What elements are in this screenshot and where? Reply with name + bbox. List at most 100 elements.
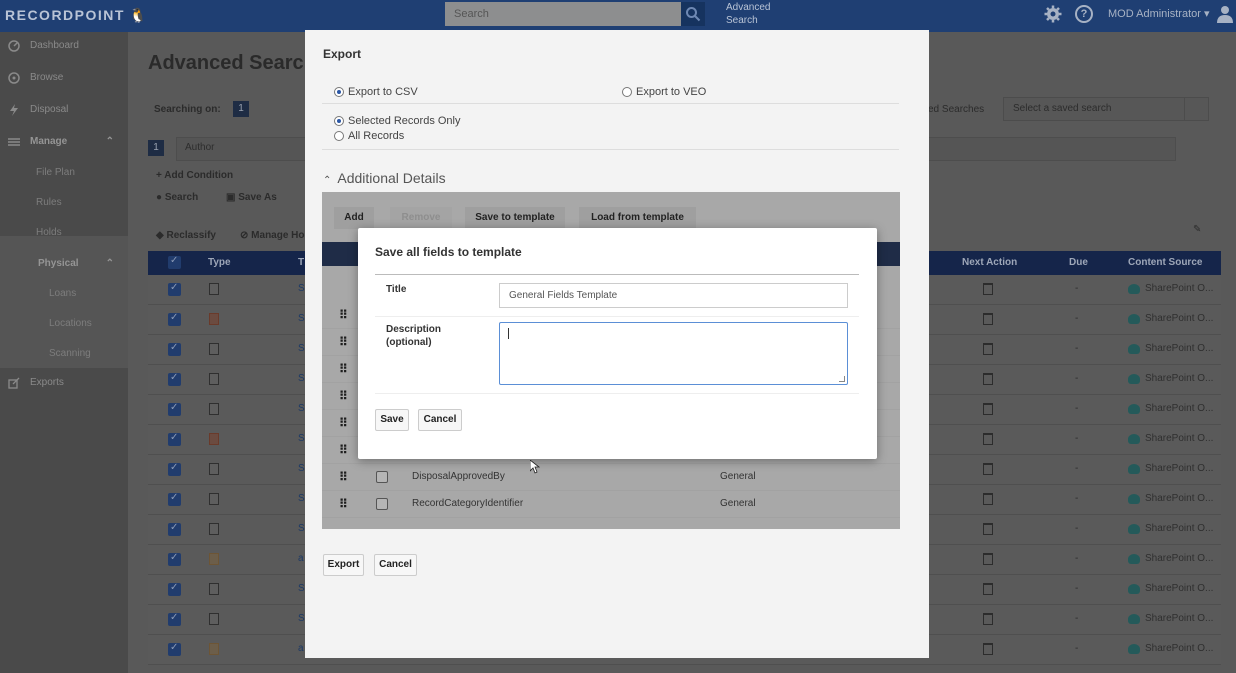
export-veo-radio[interactable]: Export to VEO <box>622 86 706 98</box>
condition-value-input[interactable] <box>925 137 1176 161</box>
drag-handle-icon[interactable]: ⠿ <box>339 416 348 430</box>
drag-handle-icon[interactable]: ⠿ <box>339 470 348 484</box>
sharepoint-icon <box>1128 374 1140 384</box>
export-cancel-button[interactable]: Cancel <box>374 554 417 576</box>
drag-handle-icon[interactable]: ⠿ <box>339 362 348 376</box>
file-type-icon <box>209 343 219 355</box>
sidebar-item-browse[interactable]: Browse <box>0 64 128 92</box>
row-checkbox[interactable] <box>168 282 181 296</box>
sidebar-item-rules[interactable]: Rules <box>0 189 128 217</box>
row-checkbox[interactable] <box>168 462 181 476</box>
content-source-value: SharePoint O... <box>1145 523 1214 534</box>
record-title-link[interactable]: S <box>298 373 305 384</box>
record-title-link[interactable]: a <box>298 643 304 654</box>
content-source-value: SharePoint O... <box>1145 613 1214 624</box>
additional-details-toggle[interactable]: ⌃ Additional Details <box>323 170 446 186</box>
column-next-action[interactable]: Next Action <box>962 257 1017 268</box>
save-template-dialog-title: Save all fields to template <box>375 245 522 259</box>
saved-search-select[interactable]: Select a saved search <box>1003 97 1209 121</box>
record-title-link[interactable]: S <box>298 523 305 534</box>
drag-handle-icon[interactable]: ⠿ <box>339 335 348 349</box>
advanced-search-link[interactable]: Advanced Search <box>726 1 786 27</box>
sidebar-item-file-plan[interactable]: File Plan <box>0 159 128 187</box>
sharepoint-icon <box>1128 344 1140 354</box>
drag-handle-icon[interactable]: ⠿ <box>339 443 348 457</box>
row-checkbox[interactable] <box>168 342 181 356</box>
export-button[interactable]: Export <box>323 554 364 576</box>
drag-handle-icon[interactable]: ⠿ <box>339 497 348 511</box>
manage-holds-button[interactable]: ⊘ Manage Ho <box>240 230 305 241</box>
column-due[interactable]: Due <box>1069 257 1088 268</box>
user-avatar-icon[interactable] <box>1217 5 1233 26</box>
export-csv-radio[interactable]: Export to CSV <box>334 86 418 98</box>
record-title-link[interactable]: S <box>298 493 305 504</box>
template-title-input[interactable]: General Fields Template <box>499 283 848 308</box>
template-save-button[interactable]: Save <box>375 409 409 431</box>
wrench-icon[interactable]: ✎ <box>1193 224 1201 235</box>
user-menu[interactable]: MOD Administrator ▾ <box>1108 7 1210 20</box>
saved-searches-label: ed Searches <box>928 104 985 115</box>
record-title-link[interactable]: S <box>298 343 305 354</box>
file-type-icon <box>209 493 219 505</box>
sidebar-item-dashboard[interactable]: Dashboard <box>0 32 128 60</box>
reclassify-button[interactable]: ◆ Reclassify <box>156 230 216 241</box>
template-cancel-button[interactable]: Cancel <box>418 409 462 431</box>
sidebar-item-loans[interactable]: Loans <box>0 280 128 308</box>
remove-field-button[interactable]: Remove <box>390 207 452 229</box>
sidebar-item-exports[interactable]: Exports <box>0 369 128 397</box>
load-from-template-button[interactable]: Load from template <box>579 207 696 229</box>
record-title-link[interactable]: a <box>298 553 304 564</box>
sidebar-item-manage[interactable]: Manage ⌃ <box>0 128 128 156</box>
record-title-link[interactable]: S <box>298 283 305 294</box>
row-checkbox[interactable] <box>168 372 181 386</box>
app-logo[interactable]: RECORDPOINT 🐧 <box>5 7 148 24</box>
row-checkbox[interactable] <box>168 432 181 446</box>
sidebar-item-scanning[interactable]: Scanning <box>0 340 128 368</box>
search-button[interactable] <box>681 2 705 26</box>
content-source-value: SharePoint O... <box>1145 643 1214 654</box>
add-condition-button[interactable]: + Add Condition <box>156 170 233 181</box>
row-checkbox[interactable] <box>168 522 181 536</box>
drag-handle-icon[interactable]: ⠿ <box>339 389 348 403</box>
selected-records-radio[interactable]: Selected Records Only <box>334 115 461 127</box>
save-to-template-button[interactable]: Save to template <box>465 207 565 229</box>
row-checkbox[interactable] <box>168 642 181 656</box>
condition-field-select[interactable]: Author <box>176 137 316 161</box>
row-checkbox[interactable] <box>168 492 181 506</box>
row-checkbox[interactable] <box>168 552 181 566</box>
save-as-button[interactable]: ▣ Save As <box>226 192 277 203</box>
row-checkbox[interactable] <box>168 402 181 416</box>
row-checkbox[interactable] <box>168 312 181 326</box>
browse-icon <box>8 72 20 84</box>
field-checkbox[interactable] <box>376 498 388 510</box>
search-input[interactable]: Search <box>445 2 681 26</box>
drag-handle-icon[interactable]: ⠿ <box>339 308 348 322</box>
field-checkbox[interactable] <box>376 471 388 483</box>
template-description-textarea[interactable] <box>499 322 848 385</box>
record-title-link[interactable]: S <box>298 613 305 624</box>
sidebar-item-locations[interactable]: Locations <box>0 310 128 338</box>
disposal-icon <box>10 104 18 116</box>
sidebar-item-physical[interactable]: Physical ⌃ <box>0 250 128 278</box>
field-name: DisposalApprovedBy <box>412 471 505 482</box>
record-title-link[interactable]: S <box>298 313 305 324</box>
record-title-link[interactable]: S <box>298 433 305 444</box>
help-icon[interactable]: ? <box>1075 5 1093 23</box>
sidebar-item-disposal[interactable]: Disposal <box>0 96 128 124</box>
record-title-link[interactable]: S <box>298 463 305 474</box>
select-all-checkbox[interactable] <box>168 255 181 269</box>
column-content-source[interactable]: Content Source <box>1128 257 1202 268</box>
template-description-label: Description (optional) <box>386 324 442 348</box>
row-checkbox[interactable] <box>168 582 181 596</box>
column-type[interactable]: Type <box>208 257 231 268</box>
record-title-link[interactable]: S <box>298 583 305 594</box>
add-field-button[interactable]: Add <box>334 207 374 229</box>
row-checkbox[interactable] <box>168 612 181 626</box>
trash-icon <box>983 583 993 595</box>
column-title[interactable]: T <box>298 257 304 268</box>
record-title-link[interactable]: S <box>298 403 305 414</box>
search-run-button[interactable]: ● Search <box>156 192 198 203</box>
all-records-radio[interactable]: All Records <box>334 130 404 142</box>
settings-button[interactable] <box>1044 5 1062 26</box>
resize-handle-icon[interactable] <box>839 376 845 382</box>
